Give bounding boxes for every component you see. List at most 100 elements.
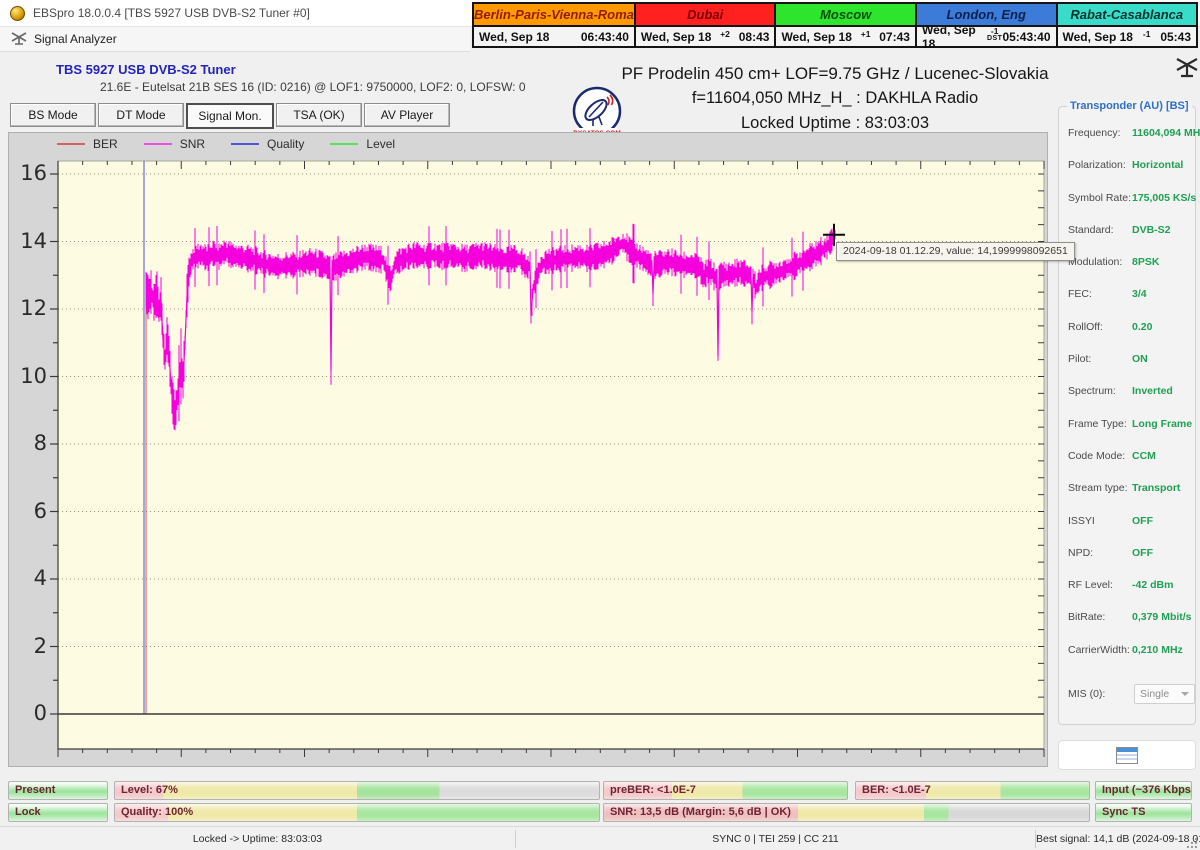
y-axis-label: 14 (20, 228, 47, 253)
clock-time: 07:43 (879, 29, 910, 44)
session-header: PF Prodelin 450 cm+ LOF=9.75 GHz / Lucen… (600, 62, 1070, 135)
tab-dt-mode[interactable]: DT Mode (98, 103, 184, 127)
field-spectrum: Spectrum: Inverted (1068, 385, 1173, 398)
window-title: EBSpro 18.0.0.4 [TBS 5927 USB DVB-S2 Tun… (33, 6, 310, 20)
transponder-fields: Frequency: 11604,094 MHz Polarization: Hor… (1059, 127, 1200, 706)
signal-analyzer-icon (11, 32, 27, 45)
world-clocks: Berlin-Paris-Vienna-Roma Wed, Sep 18 06:4… (472, 2, 1199, 51)
field-standard: Standard: DVB-S2 (1068, 223, 1171, 236)
field-bitrate: BitRate: 0,379 Mbit/s (1068, 611, 1192, 624)
field-carrier-width: CarrierWidth: 0,210 MHz (1068, 643, 1183, 656)
clock-date: Wed, Sep 18 (921, 22, 976, 51)
field-rf-level: RF Level: -42 dBm (1068, 579, 1174, 592)
mis-dropdown[interactable]: Single (1134, 684, 1195, 705)
quality-bar: Quality: 100% (114, 803, 600, 822)
clock-dubai: Dubai Wed, Sep 18 +2 08:43 (633, 2, 777, 48)
legend-item-snr: SNR (143, 137, 205, 151)
snr-line-swatch (143, 143, 172, 145)
tab-av-player[interactable]: AV Player (364, 103, 450, 127)
transponder-panel: Transponder (AU) [BS] Frequency: 11604,09… (1058, 100, 1200, 725)
toolbar: Signal Analyzer (0, 27, 470, 51)
clock-city-label: Berlin-Paris-Vienna-Roma (474, 4, 634, 27)
clock-rabat: Rabat-Casablanca Wed, Sep 18 -1 05:43 (1055, 2, 1199, 48)
y-axis-label: 8 (33, 431, 47, 455)
signal-chart[interactable]: BER SNR Quality Level 16 14 12 10 8 6 4 … (8, 132, 1048, 767)
toolbar-label: Signal Analyzer (34, 32, 117, 46)
input-indicator: Input (~376 Kbps) (1095, 781, 1192, 800)
field-modulation: Modulation: 8PSK (1068, 256, 1160, 269)
clock-time: 05:43 (1160, 29, 1192, 44)
clock-berlin: Berlin-Paris-Vienna-Roma Wed, Sep 18 06:4… (472, 2, 636, 48)
antenna-icon (1176, 58, 1198, 78)
clock-city-label: Dubai (635, 4, 775, 27)
tab-tsa[interactable]: TSA (OK) (276, 103, 362, 127)
quality-line-swatch (231, 143, 260, 145)
legend-item-ber: BER (57, 137, 118, 151)
transponder-panel-title: Transponder (AU) [BS] (1067, 100, 1192, 112)
header-frequency-line: f=11604,050 MHz_H_ : DAKHLA Radio (691, 89, 979, 107)
ber-bar: BER: <1.0E-7 (855, 781, 1090, 800)
level-bar: Level: 67% (114, 781, 600, 800)
chart-plot-area[interactable] (9, 133, 1049, 768)
y-axis-label: 2 (33, 633, 47, 658)
y-axis-label: 0 (33, 701, 47, 725)
mode-tabs: BS Mode DT Mode Signal Mon. TSA (OK) AV … (10, 103, 452, 129)
tuner-details: 21.6E - Eutelsat 21B SES 16 (ID: 0216) @… (100, 80, 526, 94)
clock-date: Wed, Sep 18 (1062, 29, 1133, 44)
field-npd: NPD: OFF (1068, 546, 1153, 559)
field-issyi: ISSYI OFF (1068, 514, 1153, 527)
resize-grip[interactable] (1187, 838, 1197, 848)
level-line-swatch (330, 143, 359, 145)
clock-city-label: Moscow (776, 4, 915, 27)
clock-dst-label: DST (986, 34, 1003, 42)
status-sync: SYNC 0 | TEI 259 | CC 211 (712, 833, 839, 845)
table-icon (1116, 746, 1138, 764)
clock-time: 05:43:40 (1002, 29, 1051, 44)
clock-offset: +1 (860, 29, 871, 39)
field-mis: MIS (0): Single (1059, 682, 1195, 706)
status-bar: Locked -> Uptime: 83:03:03 SYNC 0 | TEI … (0, 826, 1200, 850)
header-antenna-line: PF Prodelin 450 cm+ LOF=9.75 GHz / Lucen… (621, 64, 1049, 83)
present-indicator: Present (8, 781, 108, 800)
field-frame-type: Frame Type: Long Frame (1068, 417, 1193, 430)
tab-bs-mode[interactable]: BS Mode (10, 103, 96, 127)
app-window: EBSpro 18.0.0.4 [TBS 5927 USB DVB-S2 Tun… (0, 0, 1200, 850)
field-code-mode: Code Mode: CCM (1068, 449, 1156, 462)
clock-offset: -1 (1142, 29, 1151, 39)
sync-ts-indicator: Sync TS (1095, 803, 1192, 822)
clock-moscow: Moscow Wed, Sep 18 +1 07:43 (774, 2, 917, 48)
y-axis-label: 4 (33, 566, 47, 590)
tuner-name: TBS 5927 USB DVB-S2 Tuner (56, 62, 236, 77)
status-best-signal: Best signal: 14,1 dB (2024-09-18 01:12) (1036, 833, 1200, 845)
tab-signal-mon[interactable]: Signal Mon. (186, 103, 274, 129)
clock-time: 08:43 (738, 29, 770, 44)
app-icon (10, 5, 25, 21)
capture-button[interactable] (1058, 740, 1196, 770)
snr-bar: SNR: 13,5 dB (Margin: 5,6 dB | OK) (603, 803, 1090, 822)
chart-legend: BER SNR Quality Level (57, 137, 395, 151)
lock-indicator: Lock (8, 803, 108, 822)
clock-offset: -1 (990, 25, 999, 36)
y-axis-label: 10 (20, 363, 47, 388)
ber-line-swatch (57, 143, 85, 145)
clock-offset: +2 (720, 29, 730, 39)
clock-london: London, Eng Wed, Sep 18 -1 DST 05:43:40 (914, 2, 1058, 51)
y-axis-label: 12 (20, 296, 47, 320)
legend-item-quality: Quality (231, 137, 304, 151)
field-rolloff: RollOff: 0.20 (1068, 320, 1153, 333)
clock-date: Wed, Sep 18 (781, 29, 852, 44)
toolbar-divider (0, 51, 470, 52)
y-axis-label: 6 (33, 498, 47, 523)
clock-city-label: Rabat-Casablanca (1057, 4, 1197, 27)
field-frequency: Frequency: 11604,094 MHz (1068, 127, 1200, 139)
preber-bar: preBER: <1.0E-7 (603, 781, 848, 800)
legend-item-level: Level (330, 137, 395, 151)
field-stream-type: Stream type: Transport (1068, 482, 1181, 495)
y-axis-label: 16 (20, 161, 47, 185)
status-uptime: Locked -> Uptime: 83:03:03 (192, 833, 323, 845)
clock-date: Wed, Sep 18 (640, 29, 712, 44)
field-pilot: Pilot: ON (1068, 353, 1148, 366)
field-polarization: Polarization: Horizontal (1068, 159, 1184, 172)
field-fec: FEC: 3/4 (1068, 288, 1147, 301)
chevron-down-icon (1181, 692, 1189, 697)
